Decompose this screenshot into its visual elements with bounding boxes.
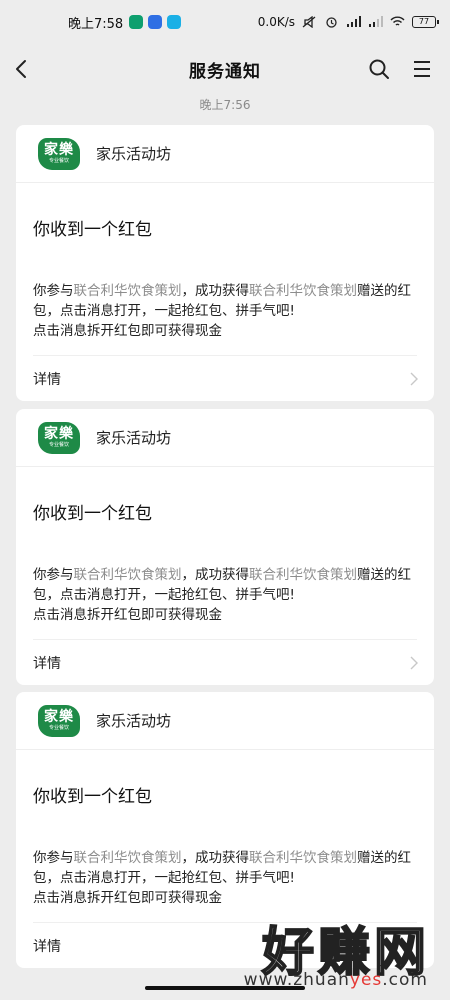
- brand-link: 联合利华饮食策划: [73, 850, 182, 866]
- status-bar: 晚上7:58 0.0K/s 77: [0, 0, 450, 44]
- chevron-right-icon: [410, 372, 418, 386]
- notification-card[interactable]: 家樂 专业餐饮 家乐活动坊 你收到一个红包 你参与联合利华饮食策划，成功获得联合…: [16, 409, 434, 685]
- card-body: 你参与联合利华饮食策划，成功获得联合利华饮食策划赠送的红包，点击消息打开，一起抢…: [33, 283, 411, 339]
- card-title: 你收到一个红包: [33, 220, 152, 240]
- brand-link: 联合利华饮食策划: [73, 567, 182, 583]
- network-speed: 0.0K/s: [257, 15, 295, 29]
- detail-link[interactable]: 详情: [33, 369, 61, 389]
- message-timestamp: 晚上7:56: [199, 98, 251, 112]
- back-chevron-left-icon[interactable]: [10, 57, 34, 81]
- brand-link: 联合利华饮食策划: [249, 567, 357, 583]
- mute-icon: [302, 16, 316, 28]
- card-title: 你收到一个红包: [33, 787, 152, 807]
- sender-name: 家乐活动坊: [96, 145, 172, 163]
- app-notification-icon: [167, 15, 182, 29]
- nav-bar: 服务通知: [0, 44, 450, 94]
- card-header[interactable]: 家樂 专业餐饮 家乐活动坊: [16, 692, 434, 750]
- brand-link: 联合利华饮食策划: [249, 850, 357, 866]
- brand-link: 联合利华饮食策划: [249, 283, 357, 299]
- home-indicator[interactable]: [145, 986, 305, 990]
- watermark: 好赚网 www.zhuanyes.com: [230, 910, 430, 990]
- app-notification-icon: [129, 15, 144, 29]
- card-title: 你收到一个红包: [33, 504, 152, 524]
- card-header[interactable]: 家樂 专业餐饮 家乐活动坊: [16, 409, 434, 467]
- card-header[interactable]: 家樂 专业餐饮 家乐活动坊: [16, 125, 434, 183]
- card-body: 你参与联合利华饮食策划，成功获得联合利华饮食策划赠送的红包，点击消息打开，一起抢…: [33, 567, 411, 623]
- card-body: 你参与联合利华饮食策划，成功获得联合利华饮食策划赠送的红包，点击消息打开，一起抢…: [33, 850, 411, 906]
- brand-link: 联合利华饮食策划: [73, 283, 182, 299]
- sender-name: 家乐活动坊: [96, 429, 172, 447]
- jiale-logo: 家樂 专业餐饮: [38, 421, 80, 454]
- detail-link[interactable]: 详情: [33, 936, 61, 956]
- divider: [33, 355, 417, 356]
- jiale-logo: 家樂 专业餐饮: [38, 137, 80, 170]
- status-indicators: 0.0K/s 77: [257, 15, 439, 29]
- jiale-logo: 家樂 专业餐饮: [38, 704, 80, 737]
- battery-icon: 77: [412, 16, 439, 28]
- menu-icon[interactable]: [410, 57, 434, 81]
- detail-link[interactable]: 详情: [33, 653, 61, 673]
- sender-name: 家乐活动坊: [96, 712, 172, 730]
- wifi-icon: [390, 16, 405, 26]
- signal-icon: [369, 16, 383, 27]
- notification-card[interactable]: 家樂 专业餐饮 家乐活动坊 你收到一个红包 你参与联合利华饮食策划，成功获得联合…: [16, 125, 434, 401]
- page-title: 服务通知: [189, 61, 261, 82]
- status-time: 晚上7:58: [68, 16, 124, 32]
- chevron-right-icon: [410, 656, 418, 670]
- alarm-icon: [326, 17, 337, 28]
- search-icon[interactable]: [367, 57, 391, 81]
- divider: [33, 639, 417, 640]
- signal-icon: [347, 16, 361, 27]
- app-notification-icon: [148, 15, 163, 29]
